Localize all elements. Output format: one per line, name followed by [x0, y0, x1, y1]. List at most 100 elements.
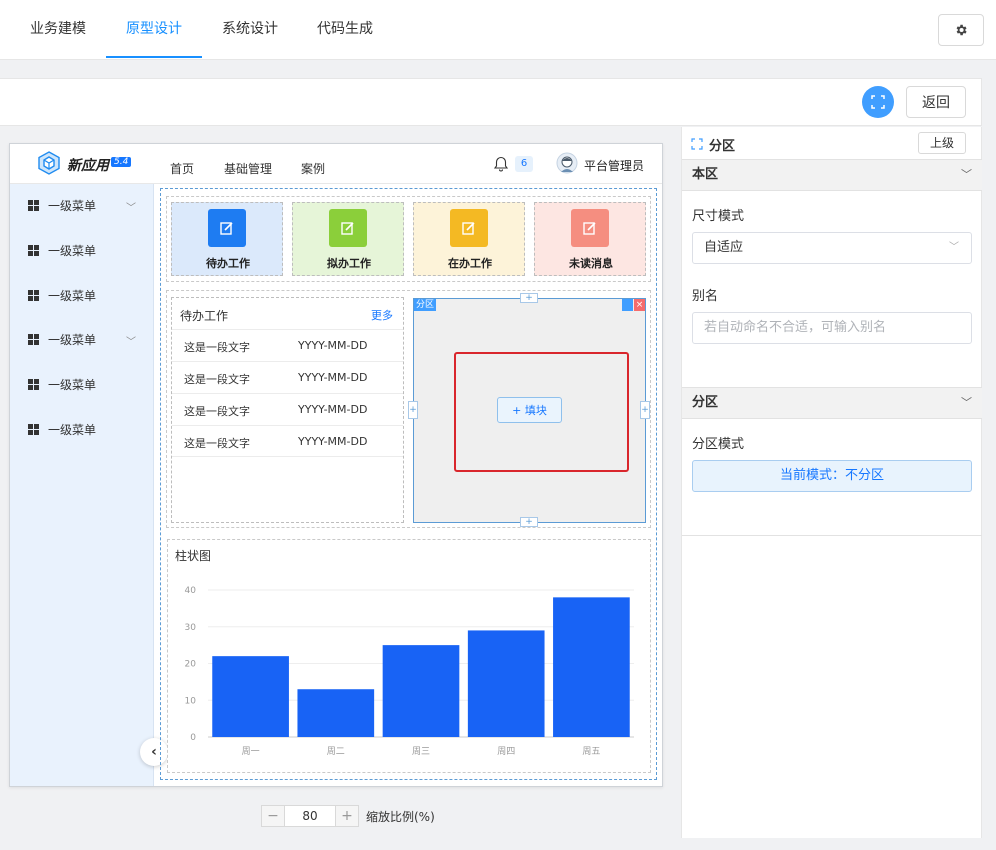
settings-button[interactable] [938, 14, 984, 46]
tab-prototype-design[interactable]: 原型设计 [106, 0, 202, 58]
partition-mode-button[interactable]: 当前模式：不分区 [692, 460, 972, 492]
tile-unread-messages[interactable]: 未读消息 [534, 202, 646, 276]
size-mode-label: 尺寸模式 [692, 209, 745, 224]
x-tick-label: 周五 [582, 746, 600, 757]
size-mode-value: 自适应 [704, 240, 744, 255]
fullscreen-icon [871, 95, 885, 109]
tile-label: 待办工作 [206, 257, 250, 270]
tile-pending-work[interactable]: 待办工作 [171, 202, 283, 276]
x-tick-label: 周三 [412, 746, 430, 757]
bar [553, 597, 630, 737]
grid-icon [28, 244, 39, 256]
sidebar-item[interactable]: 一级菜单 [28, 195, 96, 215]
edit-icon [208, 209, 246, 247]
zoom-in-button[interactable]: + [335, 805, 359, 827]
partition-tag: 分区 [414, 299, 437, 311]
tile-label: 拟办工作 [327, 257, 371, 270]
tile-label: 未读消息 [569, 257, 613, 270]
bell-icon[interactable] [494, 156, 508, 172]
sidebar-item[interactable]: 一级菜单 [28, 240, 96, 260]
add-left-handle[interactable]: + [408, 401, 418, 419]
row-date: YYYY-MM-DD [298, 371, 368, 384]
grid-icon [28, 423, 39, 435]
toolbar [0, 78, 982, 126]
table-row[interactable]: 这是一段文字 YYYY-MM-DD [172, 361, 403, 393]
add-right-handle[interactable]: + [640, 401, 650, 419]
section-this-region[interactable]: 本区 ﹀ [682, 159, 982, 191]
bar [382, 645, 460, 737]
tile-draft-work[interactable]: 拟办工作 [292, 202, 404, 276]
y-tick-label: 0 [190, 733, 196, 743]
section-partition[interactable]: 分区 ﹀ [682, 387, 982, 419]
sidebar-item[interactable]: 一级菜单 [28, 285, 96, 305]
y-tick-label: 30 [185, 623, 197, 633]
row-text: 这是一段文字 [184, 341, 250, 354]
partition-icon [691, 138, 703, 150]
edit-icon [571, 209, 609, 247]
nav-cases[interactable]: 案例 [301, 160, 325, 177]
close-icon[interactable]: × [634, 299, 645, 311]
x-tick-label: 周四 [497, 746, 515, 757]
sidebar-item-label: 一级菜单 [48, 377, 97, 392]
y-tick-label: 10 [185, 696, 197, 706]
zoom-input[interactable]: 80 [284, 805, 336, 827]
table-row[interactable]: 这是一段文字 YYYY-MM-DD [172, 329, 403, 361]
section-title: 本区 [692, 167, 719, 182]
parent-button[interactable]: 上级 [918, 132, 966, 154]
tab-code-generation[interactable]: 代码生成 [305, 0, 385, 58]
gear-icon [956, 24, 967, 36]
tile-in-progress-work[interactable]: 在办工作 [413, 202, 525, 276]
add-top-handle[interactable]: + [520, 293, 538, 303]
sidebar: 一级菜单 ﹀ 一级菜单 一级菜单 一级菜单 ﹀ 一级菜单 一级菜单 [10, 184, 154, 786]
chevron-down-icon: ﹀ [126, 337, 136, 348]
user-name[interactable]: 平台管理员 [584, 157, 644, 174]
tab-system-design[interactable]: 系统设计 [210, 0, 290, 58]
chevron-down-icon: ﹀ [949, 242, 959, 253]
zoom-label: 缩放比例(%) [366, 810, 435, 824]
tab-business-modeling[interactable]: 业务建模 [18, 0, 98, 58]
x-tick-label: 周一 [242, 746, 260, 757]
more-link[interactable]: 更多 [371, 307, 393, 323]
sidebar-item[interactable]: 一级菜单 [28, 374, 96, 394]
row-date: YYYY-MM-DD [298, 403, 368, 416]
chevron-down-icon: ﹀ [961, 168, 972, 181]
todo-card[interactable]: 待办工作 更多 这是一段文字 YYYY-MM-DD 这是一段文字 YYYY-MM… [171, 297, 404, 523]
grid-icon [28, 199, 39, 211]
fullscreen-button[interactable] [862, 86, 894, 118]
alias-input[interactable]: 若自动命名不合适，可输入别名 [692, 312, 972, 344]
chevron-left-icon: ‹ [151, 744, 157, 760]
notification-count: 6 [515, 156, 533, 172]
highlight-box [454, 352, 629, 472]
x-tick-label: 周二 [327, 746, 345, 757]
bar [297, 689, 375, 737]
row-text: 这是一段文字 [184, 437, 250, 450]
grid-icon [28, 333, 39, 345]
sidebar-item-label: 一级菜单 [48, 243, 97, 258]
nav-basic-management[interactable]: 基础管理 [224, 160, 272, 177]
alias-label: 别名 [692, 289, 719, 304]
edit-icon [329, 209, 367, 247]
app-header: 新应用 5.4 首页 基础管理 案例 6 平台管理员 [10, 144, 662, 184]
grid-icon [28, 378, 39, 390]
copy-icon[interactable] [622, 299, 633, 311]
add-bottom-handle[interactable]: + [520, 517, 538, 527]
sidebar-item[interactable]: 一级菜单 [28, 419, 96, 439]
section-title: 分区 [692, 395, 719, 410]
sidebar-item-label: 一级菜单 [48, 288, 97, 303]
back-button[interactable]: 返回 [906, 86, 966, 118]
avatar[interactable] [556, 152, 578, 176]
todo-title: 待办工作 [180, 309, 229, 323]
sidebar-item-label: 一级菜单 [48, 332, 97, 347]
sidebar-item-label: 一级菜单 [48, 422, 97, 437]
chart-title: 柱状图 [175, 549, 212, 563]
bar [467, 630, 545, 737]
size-mode-select[interactable]: 自适应 ﹀ [692, 232, 972, 264]
zoom-out-button[interactable]: − [261, 805, 285, 827]
bar [212, 656, 289, 737]
row-text: 这是一段文字 [184, 405, 250, 418]
table-row[interactable]: 这是一段文字 YYYY-MM-DD [172, 393, 403, 425]
nav-home[interactable]: 首页 [170, 160, 194, 177]
sidebar-item[interactable]: 一级菜单 [28, 329, 96, 349]
row-text: 这是一段文字 [184, 373, 250, 386]
table-row[interactable]: 这是一段文字 YYYY-MM-DD [172, 425, 403, 457]
